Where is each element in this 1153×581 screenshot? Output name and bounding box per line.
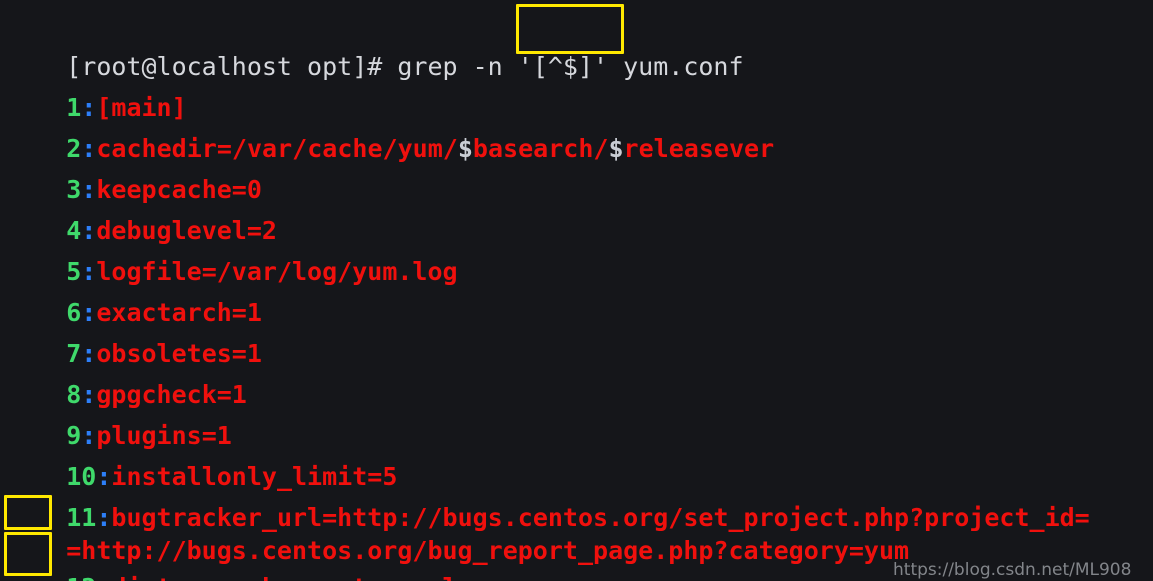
output-line-2: 2:cachedir=/var/cache/yum/$basearch/$rel… [6, 87, 774, 163]
output-line-4: 4:debuglevel=2 [6, 169, 277, 245]
output-line-6: 6:exactarch=1 [6, 251, 262, 327]
command-line[interactable]: [root@localhost opt]# grep -n '[^$]' yum… [6, 5, 743, 81]
output-line-11-wrapped: =http://bugs.centos.org/bug_report_page.… [6, 489, 909, 565]
output-line-1: 1:[main] [6, 46, 186, 122]
grep-target-file: yum.conf [608, 52, 744, 81]
output-line-9: 9:plugins=1 [6, 374, 232, 450]
output-line-12: 12:distroverpkg=centos-release [6, 526, 518, 581]
output-line-7: 7:obsoletes=1 [6, 292, 262, 368]
terminal-window[interactable]: 9:plugins=1 [root@localhost opt]# grep -… [0, 0, 1153, 581]
output-line-5: 5:logfile=/var/log/yum.log [6, 210, 457, 286]
output-line-3: 3:keepcache=0 [6, 128, 262, 204]
grep-pattern: '[^$]' [517, 52, 609, 81]
variable-sigil: $ [608, 134, 624, 163]
output-line-10: 10:installonly_limit=5 [6, 415, 397, 491]
variable-sigil: $ [457, 134, 473, 163]
watermark-text: https://blog.csdn.net/ML908 [893, 560, 1132, 580]
output-line-8: 8:gpgcheck=1 [6, 333, 247, 409]
